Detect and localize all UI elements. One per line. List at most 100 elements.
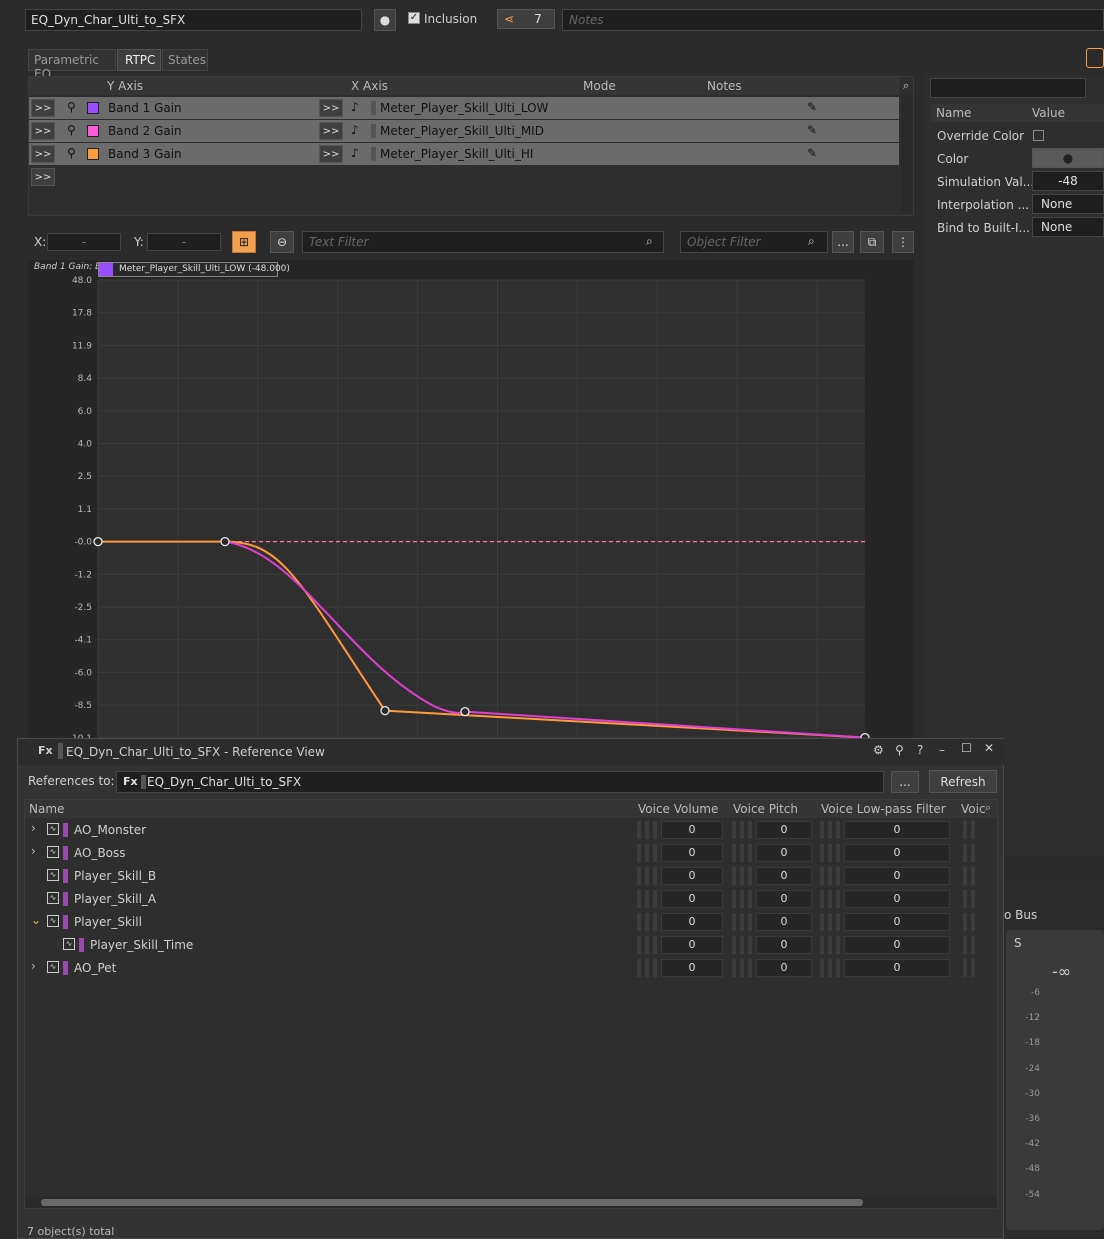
reference-view-titlebar[interactable]: Fx EQ_Dyn_Char_Ulti_to_SFX - Reference V…	[18, 739, 1005, 765]
link-button[interactable]: ⊖	[270, 231, 294, 253]
voice-volume-field[interactable]: 0	[661, 959, 723, 977]
add-rtpc-button[interactable]: >>	[31, 168, 55, 186]
browse-button[interactable]: ...	[891, 771, 919, 793]
scroll-thumb[interactable]	[41, 1199, 863, 1206]
rtpc-graph[interactable]: 48.0 17.8 11.9 8.4 6.0 4.0 2.5 1.1 -0.0 -1.2 -2.5 -…	[28, 260, 914, 740]
expand-button[interactable]: >>	[319, 145, 343, 163]
rtpc-row[interactable]: >> ⚲ Band 1 Gain >> ♪ Meter_Player_Skill…	[29, 97, 899, 119]
color-picker-button[interactable]: ●	[1032, 148, 1104, 168]
voice-pitch-field[interactable]: 0	[756, 844, 812, 862]
color-palette-button[interactable]: ●	[374, 9, 396, 31]
help-icon[interactable]: ?	[917, 743, 923, 757]
x-coord-field[interactable]: -	[47, 233, 121, 251]
voice-pitch-field[interactable]: 0	[756, 890, 812, 908]
refresh-button[interactable]: Refresh	[929, 770, 997, 793]
header-y-axis[interactable]: Y Axis	[107, 79, 143, 93]
simulation-value-field[interactable]: -48	[1032, 171, 1104, 191]
pin-icon[interactable]: ⚲	[895, 743, 904, 757]
references-button[interactable]: ⋖ 7	[497, 9, 555, 29]
close-icon[interactable]: ✕	[984, 741, 994, 755]
header-mode[interactable]: Mode	[583, 79, 616, 93]
voice-volume-field[interactable]: 0	[661, 890, 723, 908]
voice-lpf-field[interactable]: 0	[844, 821, 950, 839]
reference-horizontal-scrollbar[interactable]	[25, 1196, 997, 1208]
voice-pitch-field[interactable]: 0	[756, 913, 812, 931]
table-row[interactable]: ∿ Player_Skill_Time 0 0 0	[25, 934, 983, 956]
expand-button[interactable]: >>	[31, 145, 55, 163]
table-row[interactable]: › ∿ AO_Pet 0 0 0	[25, 957, 983, 979]
header-voice-lpf[interactable]: Voice Low-pass Filter	[821, 802, 946, 816]
interpolation-select[interactable]: None	[1032, 194, 1104, 214]
minimize-icon[interactable]: –	[939, 743, 945, 757]
menu-button[interactable]: ⋮	[892, 231, 914, 253]
table-row[interactable]: › ∿ AO_Monster 0 0 0	[25, 819, 983, 841]
header-name[interactable]: Name	[29, 802, 64, 816]
graph-scrollbar[interactable]	[902, 262, 912, 738]
references-to-field[interactable]: Fx EQ_Dyn_Char_Ulti_to_SFX	[116, 771, 884, 793]
rtpc-scrollbar[interactable]	[901, 95, 913, 213]
y-coord-field[interactable]: -	[147, 233, 221, 251]
properties-search[interactable]	[930, 78, 1086, 98]
table-row[interactable]: ∿ Player_Skill_A 0 0 0	[25, 888, 983, 910]
voice-lpf-field[interactable]: 0	[844, 959, 950, 977]
pin-icon[interactable]: ⚲	[67, 123, 76, 137]
expand-chevron-icon[interactable]: ›	[31, 959, 36, 973]
more-options-button[interactable]: ...	[832, 231, 854, 253]
expand-button[interactable]: >>	[31, 99, 55, 117]
reference-vertical-scrollbar[interactable]	[983, 818, 997, 1198]
voice-lpf-field[interactable]: 0	[844, 936, 950, 954]
edit-icon[interactable]: ✎	[807, 100, 817, 114]
expand-chevron-icon[interactable]: ›	[31, 844, 36, 858]
expand-chevron-icon[interactable]: ›	[31, 821, 36, 835]
voice-volume-field[interactable]: 0	[661, 867, 723, 885]
voice-volume-field[interactable]: 0	[661, 844, 723, 862]
rtpc-row[interactable]: >> ⚲ Band 3 Gain >> ♪ Meter_Player_Skill…	[29, 143, 899, 165]
voice-pitch-field[interactable]: 0	[756, 867, 812, 885]
gear-icon[interactable]: ⚙	[873, 743, 884, 757]
voice-lpf-field[interactable]: 0	[844, 867, 950, 885]
panel-toggle-button[interactable]	[1086, 48, 1104, 68]
expand-button[interactable]: >>	[31, 122, 55, 140]
snap-button[interactable]: ⊞	[232, 231, 256, 253]
header-notes[interactable]: Notes	[707, 79, 742, 93]
voice-lpf-field[interactable]: 0	[844, 890, 950, 908]
voice-pitch-field[interactable]: 0	[756, 959, 812, 977]
select-button[interactable]: ⧉	[860, 231, 884, 253]
voice-lpf-field[interactable]: 0	[844, 844, 950, 862]
override-color-checkbox[interactable]	[1033, 130, 1044, 141]
maximize-icon[interactable]: ☐	[961, 741, 972, 755]
table-row[interactable]: ⌄ ∿ Player_Skill 0 0 0	[25, 911, 983, 933]
object-name-field[interactable]: EQ_Dyn_Char_Ulti_to_SFX	[25, 9, 362, 31]
expand-button[interactable]: >>	[319, 122, 343, 140]
table-row[interactable]: › ∿ AO_Boss 0 0 0	[25, 842, 983, 864]
object-filter-input[interactable]: Object Filter	[680, 231, 828, 253]
header-x-axis[interactable]: X Axis	[351, 79, 388, 93]
header-voice-volume[interactable]: Voice Volume	[638, 802, 718, 816]
voice-volume-field[interactable]: 0	[661, 936, 723, 954]
voice-pitch-field[interactable]: 0	[756, 821, 812, 839]
inclusion-checkbox[interactable]: ✓	[408, 12, 420, 24]
voice-pitch-field[interactable]: 0	[756, 936, 812, 954]
voice-volume-field[interactable]: 0	[661, 821, 723, 839]
bind-select[interactable]: None	[1032, 217, 1104, 237]
edit-icon[interactable]: ✎	[807, 123, 817, 137]
solo-label[interactable]: S	[1014, 936, 1022, 950]
search-icon[interactable]: ⌕	[903, 79, 909, 93]
expand-button[interactable]: >>	[319, 99, 343, 117]
header-voice-pitch[interactable]: Voice Pitch	[733, 802, 798, 816]
expand-chevron-icon[interactable]: ⌄	[31, 913, 41, 927]
pin-icon[interactable]: ⚲	[67, 100, 76, 114]
voice-lpf-field[interactable]: 0	[844, 913, 950, 931]
pin-icon[interactable]: ⚲	[67, 146, 76, 160]
search-icon[interactable]: ⌕	[985, 801, 991, 815]
table-row[interactable]: ∿ Player_Skill_B 0 0 0	[25, 865, 983, 887]
graph-canvas[interactable]: 48.0 17.8 11.9 8.4 6.0 4.0 2.5 1.1 -0.0 -1.2 -2.5 -…	[28, 260, 914, 740]
tab-parametric-eq[interactable]: Parametric EQ	[28, 49, 116, 81]
header-voice-more[interactable]: Voic	[961, 802, 987, 816]
notes-field[interactable]: Notes	[562, 9, 1104, 31]
edit-icon[interactable]: ✎	[807, 146, 817, 160]
voice-volume-field[interactable]: 0	[661, 913, 723, 931]
tab-states[interactable]: States	[162, 49, 208, 71]
rtpc-row[interactable]: >> ⚲ Band 2 Gain >> ♪ Meter_Player_Skill…	[29, 120, 899, 142]
tab-rtpc[interactable]: RTPC	[117, 49, 161, 71]
